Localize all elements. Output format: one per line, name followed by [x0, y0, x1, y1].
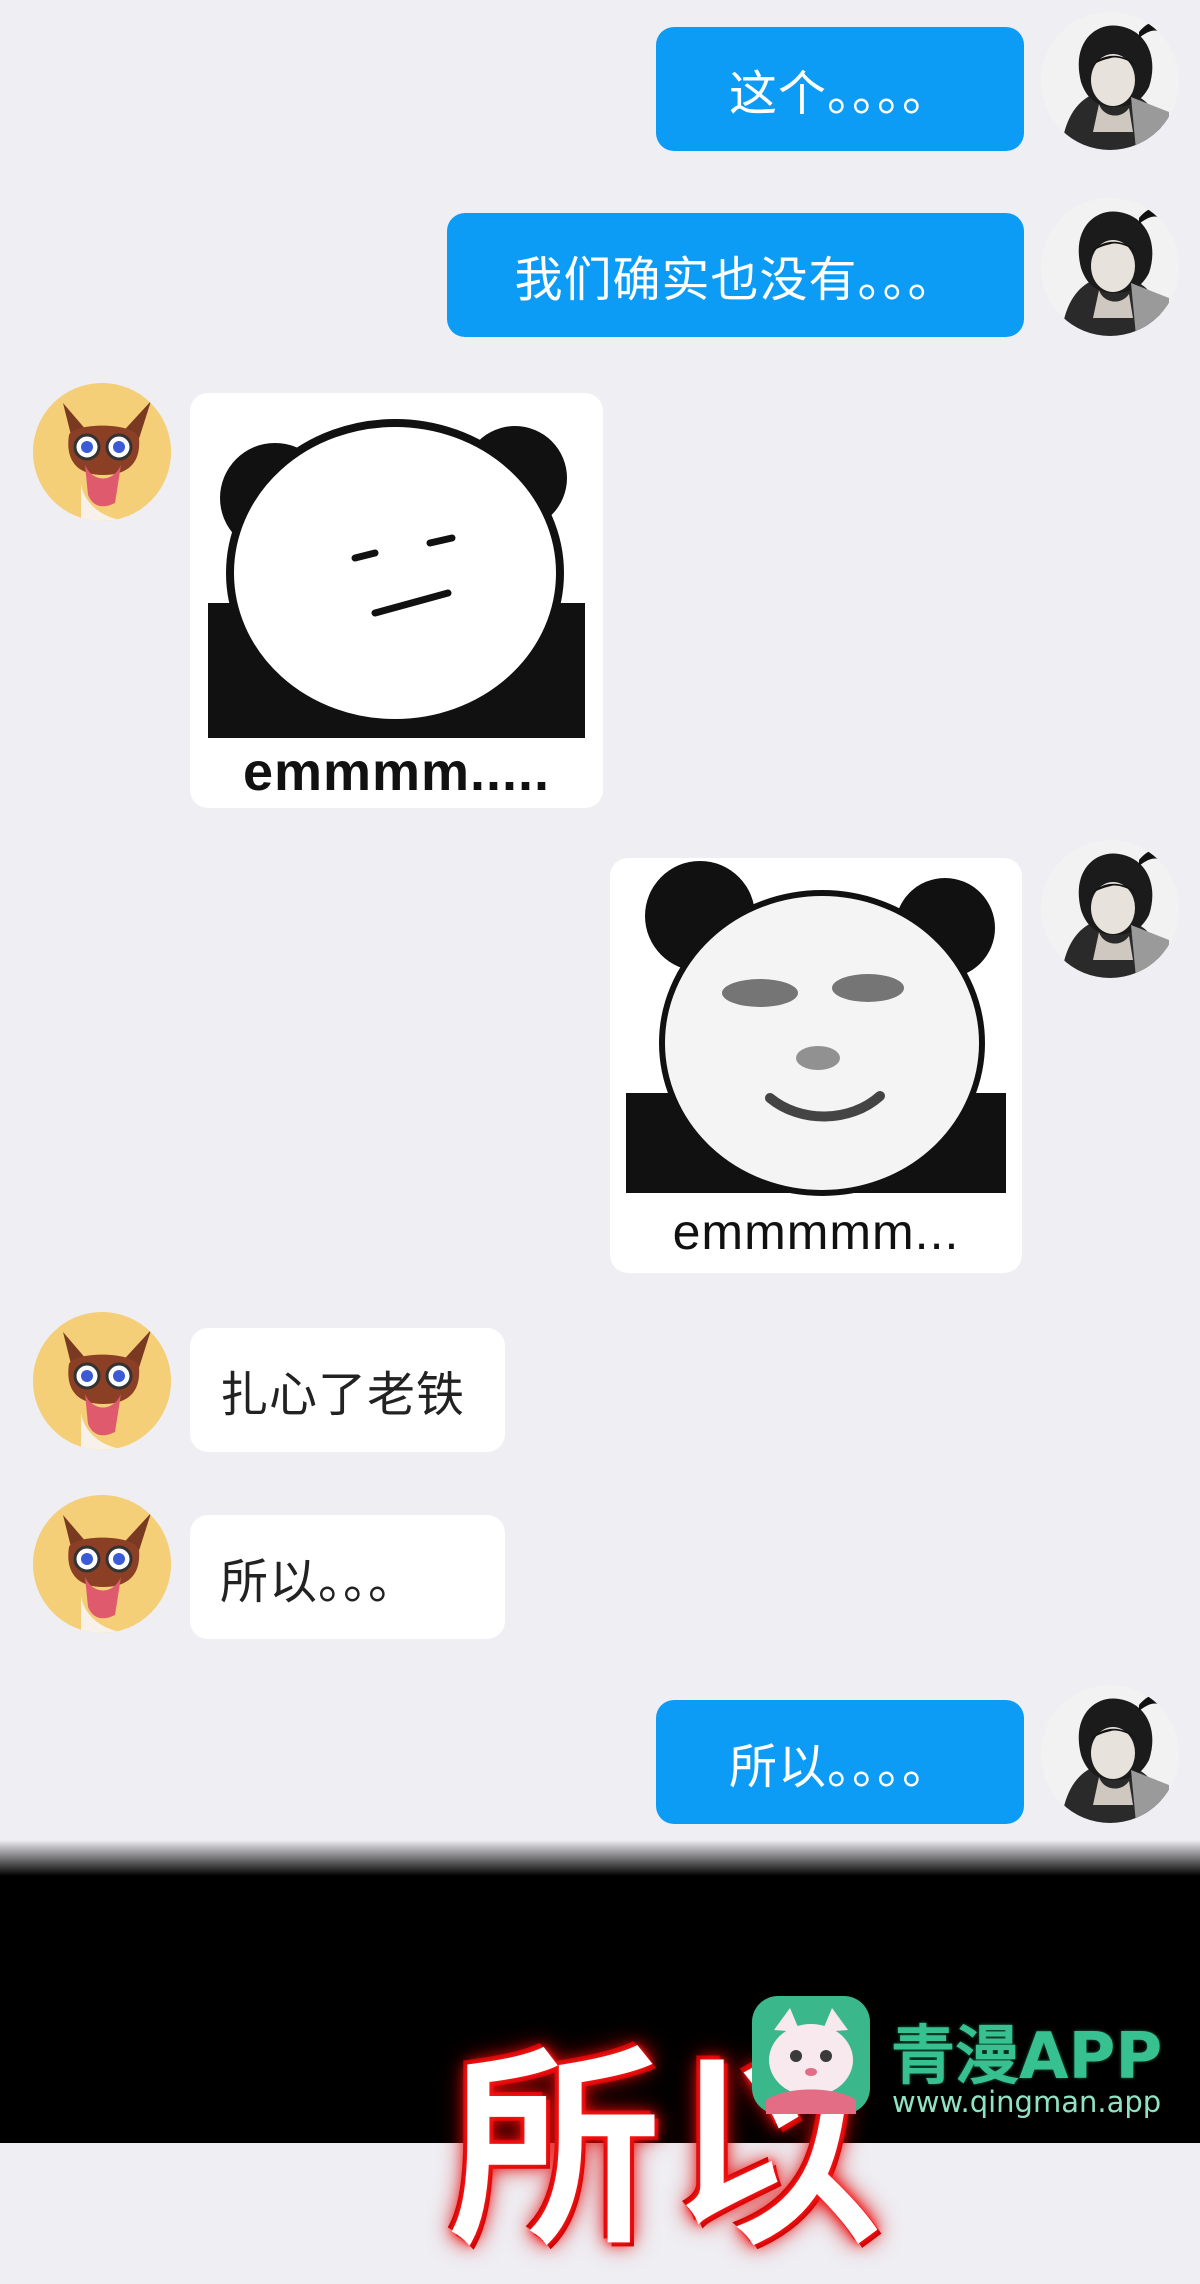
avatar-image	[33, 1312, 171, 1450]
avatar-image	[33, 383, 171, 521]
avatar-image	[1041, 1685, 1179, 1823]
message-text: 所以。。。	[220, 1554, 418, 1610]
avatar-friend[interactable]	[33, 1312, 171, 1450]
avatar-friend[interactable]	[33, 383, 171, 521]
avatar-self[interactable]	[1041, 12, 1179, 150]
sticker-message-incoming[interactable]: emmmm.....	[190, 393, 603, 808]
avatar-image	[1041, 12, 1179, 150]
avatar-image	[33, 1495, 171, 1633]
avatar-self[interactable]	[1041, 198, 1179, 336]
avatar-image	[1041, 198, 1179, 336]
sticker-message-outgoing[interactable]: emmmmm...	[610, 858, 1022, 1273]
avatar-self[interactable]	[1041, 840, 1179, 978]
avatar-image	[1041, 840, 1179, 978]
sticker-caption: emmmmm...	[672, 1204, 960, 1260]
cat-logo-icon	[752, 1996, 870, 2114]
message-bubble-incoming[interactable]: 扎心了老铁	[190, 1328, 505, 1452]
message-text: 所以。。。。	[728, 1739, 951, 1795]
avatar-self[interactable]	[1041, 1685, 1179, 1823]
avatar-friend[interactable]	[33, 1495, 171, 1633]
message-bubble-outgoing[interactable]: 这个。。。。	[656, 27, 1024, 151]
message-bubble-incoming[interactable]: 所以。。。	[190, 1515, 505, 1639]
qingman-watermark: 青漫APP www.qingman.app	[746, 1985, 1186, 2135]
watermark-url: www.qingman.app	[892, 2085, 1162, 2119]
message-bubble-outgoing[interactable]: 我们确实也没有。。。	[447, 213, 1024, 337]
message-bubble-outgoing[interactable]: 所以。。。。	[656, 1700, 1024, 1824]
sticker-caption: emmmm.....	[242, 742, 551, 802]
message-text: 扎心了老铁	[220, 1367, 466, 1423]
watermark-title: 青漫APP	[891, 2020, 1163, 2094]
message-text: 这个。。。。	[728, 66, 951, 122]
message-text: 我们确实也没有。。。	[514, 252, 957, 308]
